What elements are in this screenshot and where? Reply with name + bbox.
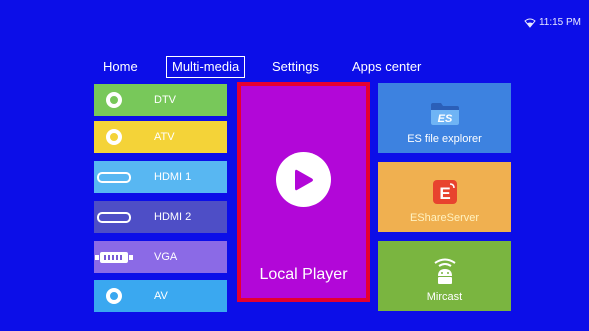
- app-label: EShareServer: [409, 212, 480, 224]
- source-dtv[interactable]: DTV: [94, 84, 227, 116]
- app-es-file-explorer[interactable]: ES ES file explorer: [378, 83, 511, 153]
- source-label: HDMI 1: [154, 171, 192, 183]
- tab-multi-media[interactable]: Multi-media: [166, 56, 246, 78]
- svg-text:ES: ES: [437, 113, 452, 125]
- app-mircast[interactable]: Mircast: [378, 241, 511, 311]
- android-cast-icon: [433, 258, 456, 284]
- source-atv[interactable]: ATV: [94, 121, 227, 153]
- source-label: AV: [154, 290, 168, 302]
- es-folder-icon: ES: [430, 103, 459, 125]
- eshare-icon: E: [432, 180, 457, 204]
- ring-icon: [94, 84, 134, 116]
- tab-apps-center[interactable]: Apps center: [352, 56, 421, 78]
- app-label: ES file explorer: [407, 133, 482, 145]
- tv-icon: [94, 201, 134, 233]
- app-eshareserver[interactable]: E EShareServer: [378, 162, 511, 232]
- clock: 11:15 PM: [538, 17, 581, 28]
- status-bar: 11:15 PM: [524, 17, 581, 28]
- ring-icon: [94, 121, 134, 153]
- tv-icon: [94, 161, 134, 193]
- source-label: HDMI 2: [154, 211, 192, 223]
- source-label: ATV: [154, 131, 175, 143]
- tab-home[interactable]: Home: [103, 56, 138, 78]
- local-player-tile[interactable]: Local Player: [237, 82, 370, 302]
- source-hdmi-2[interactable]: HDMI 2: [94, 201, 227, 233]
- app-label: Mircast: [426, 291, 463, 303]
- tab-settings[interactable]: Settings: [272, 56, 319, 78]
- svg-text:E: E: [439, 184, 450, 203]
- source-hdmi-1[interactable]: HDMI 1: [94, 161, 227, 193]
- wifi-icon: [524, 18, 536, 28]
- vga-icon: [94, 241, 134, 273]
- source-av[interactable]: AV: [94, 280, 227, 312]
- source-label: DTV: [154, 94, 176, 106]
- play-icon: [276, 152, 331, 207]
- top-nav: Home Multi-media Settings Apps center: [0, 56, 589, 78]
- source-label: VGA: [154, 251, 178, 263]
- source-vga[interactable]: VGA: [94, 241, 227, 273]
- local-player-label: Local Player: [259, 266, 348, 283]
- ring-icon: [94, 280, 134, 312]
